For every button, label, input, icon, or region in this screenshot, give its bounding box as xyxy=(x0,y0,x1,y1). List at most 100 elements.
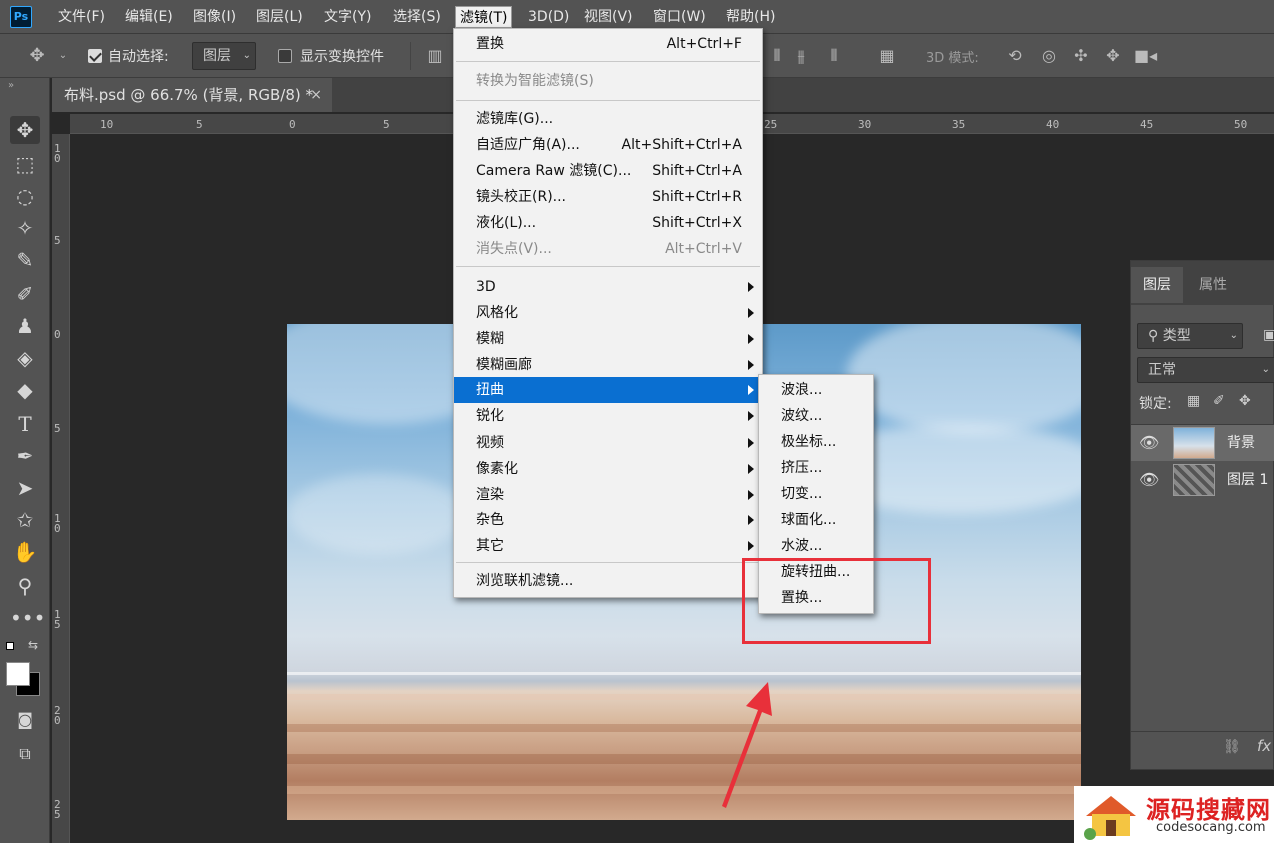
menu-file[interactable]: 文件(F) xyxy=(54,0,109,34)
magic-wand-icon[interactable]: ✧ xyxy=(10,214,40,242)
brush-tool-icon[interactable]: ✐ xyxy=(10,280,40,308)
3d-pan-icon[interactable]: ✣ xyxy=(1070,46,1092,68)
menu-item-lens-correction[interactable]: 镜头校正(R)... Shift+Ctrl+R xyxy=(454,184,762,210)
submenu-arrow-icon xyxy=(748,360,754,370)
lasso-tool-icon[interactable]: ◌ xyxy=(10,182,40,210)
zoom-tool-icon[interactable]: ⚲ xyxy=(10,572,40,600)
search-icon: ⚲ xyxy=(1148,328,1163,344)
menu-layer[interactable]: 图层(L) xyxy=(252,0,307,34)
menu-item-blur-gallery[interactable]: 模糊画廊 xyxy=(454,352,762,378)
submenu-arrow-icon xyxy=(748,464,754,474)
auto-select-checkbox[interactable] xyxy=(88,49,102,63)
menu-filter[interactable]: 滤镜(T) xyxy=(455,6,513,28)
submenu-arrow-icon xyxy=(748,490,754,500)
document-tab[interactable]: 布料.psd @ 66.7% (背景, RGB/8) * × xyxy=(52,78,332,112)
move-tool-icon[interactable]: ✥ xyxy=(26,46,48,68)
screen-mode-icon[interactable]: ⧉ xyxy=(10,740,40,768)
submenu-arrow-icon xyxy=(748,334,754,344)
3d-slide-icon[interactable]: ✥ xyxy=(1102,46,1124,68)
default-colors-icon[interactable] xyxy=(6,642,14,650)
fx-button[interactable]: fx xyxy=(1257,737,1271,755)
distribute-spacing-icon[interactable]: ▦ xyxy=(876,46,898,68)
menu-item-adaptive-wide-angle[interactable]: 自适应广角(A)... Alt+Shift+Ctrl+A xyxy=(454,132,762,158)
ruler-label: 5 xyxy=(54,808,61,821)
menu-item-pixelate[interactable]: 像素化 xyxy=(454,456,762,482)
layer-filter-dropdown[interactable]: ⚲ 类型 ⌄ xyxy=(1137,323,1243,349)
eraser-tool-icon[interactable]: ◈ xyxy=(10,344,40,372)
menu-item-other[interactable]: 其它 xyxy=(454,533,762,559)
menu-item-noise[interactable]: 杂色 xyxy=(454,507,762,533)
menu-item-camera-raw[interactable]: Camera Raw 滤镜(C)... Shift+Ctrl+A xyxy=(454,158,762,184)
auto-select-dropdown[interactable]: 图层 ⌄ xyxy=(192,42,256,70)
swap-colors-icon[interactable]: ⇆ xyxy=(28,638,38,652)
submenu-item-spherize[interactable]: 球面化... xyxy=(759,507,873,533)
quick-mask-icon[interactable]: ◙ xyxy=(10,706,40,734)
stamp-tool-icon[interactable]: ♟ xyxy=(10,312,40,340)
ruler-label: 0 xyxy=(54,152,61,165)
eye-icon[interactable]: 👁 xyxy=(1139,433,1159,453)
ruler-label: 5 xyxy=(383,118,390,131)
submenu-item-ripple[interactable]: 波纹... xyxy=(759,403,873,429)
foreground-color-swatch[interactable] xyxy=(6,662,30,686)
submenu-item-wave[interactable]: 波浪... xyxy=(759,377,873,403)
shape-tool-icon[interactable]: ✩ xyxy=(10,506,40,534)
tab-layers[interactable]: 图层 xyxy=(1131,267,1183,303)
ruler-label: 35 xyxy=(952,118,966,131)
eyedropper-icon[interactable]: ✎ xyxy=(10,246,40,274)
lock-transparent-icon[interactable]: ▦ xyxy=(1187,393,1200,409)
marquee-tool-icon[interactable]: ⬚ xyxy=(10,150,40,178)
tab-properties[interactable]: 属性 xyxy=(1187,267,1239,303)
close-icon[interactable]: × xyxy=(310,78,322,112)
show-transform-checkbox[interactable] xyxy=(278,49,292,63)
ruler-label: 0 xyxy=(289,118,296,131)
link-layers-icon[interactable]: ⛓ xyxy=(1223,739,1241,755)
collapse-icon[interactable]: » xyxy=(8,80,14,91)
menu-item-3d[interactable]: 3D xyxy=(454,274,762,300)
eye-icon[interactable]: 👁 xyxy=(1139,470,1159,490)
auto-select-value: 图层 xyxy=(203,48,231,64)
lock-position-icon[interactable]: ✥ xyxy=(1239,393,1251,409)
menu-item-video[interactable]: 视频 xyxy=(454,430,762,456)
align-center-icon[interactable]: ⫵ xyxy=(790,46,812,68)
pen-tool-icon[interactable]: ✒ xyxy=(10,442,40,470)
align-left-icon[interactable]: ⫴ xyxy=(766,46,788,68)
menu-item-distort[interactable]: 扭曲 xyxy=(454,377,762,403)
submenu-item-shear[interactable]: 切变... xyxy=(759,481,873,507)
submenu-item-zigzag[interactable]: 水波... xyxy=(759,533,873,559)
distribute-icon[interactable]: ⫴ xyxy=(823,46,845,68)
path-select-icon[interactable]: ➤ xyxy=(10,474,40,502)
3d-camera-icon[interactable]: ■◂ xyxy=(1134,46,1157,68)
chevron-down-icon[interactable]: ⌄ xyxy=(52,46,74,68)
menu-item-blur[interactable]: 模糊 xyxy=(454,326,762,352)
move-tool-icon[interactable]: ✥ xyxy=(10,116,40,144)
menu-item-browse-filters-online[interactable]: 浏览联机滤镜... xyxy=(454,568,762,594)
lock-paint-icon[interactable]: ✐ xyxy=(1213,393,1225,409)
ruler-label: 45 xyxy=(1140,118,1154,131)
photoshop-logo[interactable]: Ps xyxy=(10,6,32,28)
menu-image[interactable]: 图像(I) xyxy=(189,0,240,34)
menu-type[interactable]: 文字(Y) xyxy=(320,0,375,34)
hand-tool-icon[interactable]: ✋ xyxy=(10,538,40,566)
show-transform-label: 显示变换控件 xyxy=(300,49,384,65)
image-filter-icon[interactable]: ▣ xyxy=(1263,327,1274,343)
menu-item-liquify[interactable]: 液化(L)... Shift+Ctrl+X xyxy=(454,210,762,236)
layer-row-layer1[interactable]: 👁 图层 1 xyxy=(1131,462,1274,498)
submenu-item-polar-coordinates[interactable]: 极坐标... xyxy=(759,429,873,455)
menu-item-render[interactable]: 渲染 xyxy=(454,482,762,508)
menu-item-filter-gallery[interactable]: 滤镜库(G)... xyxy=(454,106,762,132)
ruler-label: 5 xyxy=(196,118,203,131)
align-top-icon[interactable]: ▥ xyxy=(424,46,446,68)
3d-roll-icon[interactable]: ◎ xyxy=(1038,46,1060,68)
menu-select[interactable]: 选择(S) xyxy=(389,0,445,34)
3d-orbit-icon[interactable]: ⟲ xyxy=(1004,46,1026,68)
layer-row-background[interactable]: 👁 背景 xyxy=(1131,425,1274,461)
paint-bucket-icon[interactable]: ◆ xyxy=(10,376,40,404)
menu-item-displace-last[interactable]: 置换 Alt+Ctrl+F xyxy=(454,31,762,57)
more-tools-icon[interactable]: ••• xyxy=(10,604,45,632)
submenu-item-pinch[interactable]: 挤压... xyxy=(759,455,873,481)
menu-item-sharpen[interactable]: 锐化 xyxy=(454,403,762,429)
type-tool-icon[interactable]: T xyxy=(10,410,40,438)
menu-edit[interactable]: 编辑(E) xyxy=(121,0,177,34)
menu-item-stylize[interactable]: 风格化 xyxy=(454,300,762,326)
blend-mode-dropdown[interactable]: 正常 ⌄ xyxy=(1137,357,1274,383)
